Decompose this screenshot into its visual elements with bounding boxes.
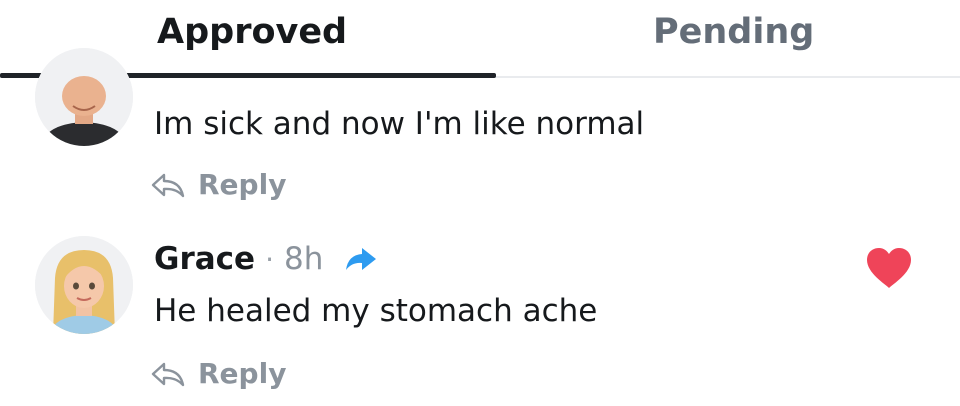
avatar[interactable] — [35, 236, 133, 334]
share-arrow-icon[interactable] — [345, 246, 377, 272]
author-name[interactable]: Grace — [154, 241, 255, 277]
comment-meta: Grace · 8h — [154, 236, 377, 282]
avatar[interactable] — [35, 48, 133, 146]
reply-label: Reply — [198, 357, 287, 390]
tab-pending[interactable]: Pending — [653, 8, 814, 56]
reply-button[interactable]: Reply — [150, 357, 286, 390]
tab-bar: Approved Pending — [0, 0, 960, 80]
reply-label: Reply — [198, 168, 287, 201]
reply-arrow-icon — [150, 171, 186, 199]
heart-icon[interactable] — [864, 247, 914, 289]
timestamp: 8h — [283, 241, 324, 277]
comment-text: He healed my stomach ache — [154, 293, 598, 329]
reply-arrow-icon — [150, 360, 186, 388]
comment-text: Im sick and now I'm like normal — [154, 106, 645, 142]
meta-separator: · — [265, 242, 274, 276]
tab-approved[interactable]: Approved — [157, 8, 347, 56]
reply-button[interactable]: Reply — [150, 168, 286, 201]
